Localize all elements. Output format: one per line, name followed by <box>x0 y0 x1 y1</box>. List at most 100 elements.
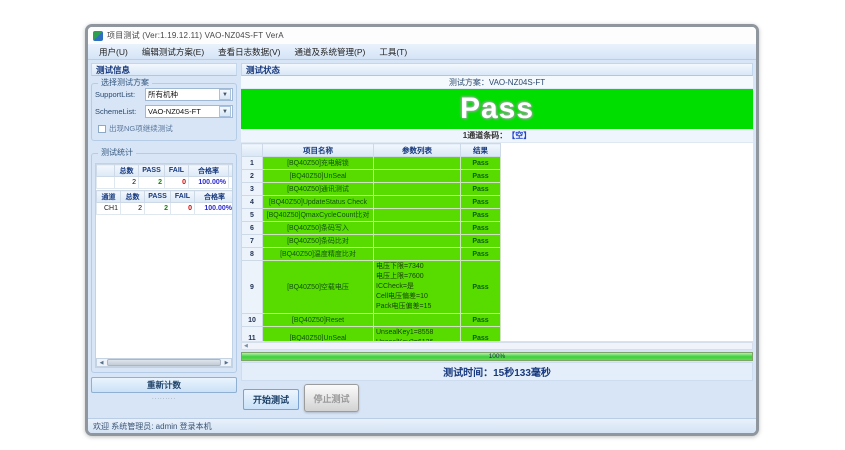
table-row[interactable]: 8[BQ40Z50]温度精度比对 Pass <box>242 248 501 261</box>
summary-total: 2 <box>115 177 139 189</box>
col-pass: PASS <box>139 165 165 177</box>
supportlist-combobox[interactable]: 所有机种 ▼ <box>145 88 233 101</box>
col-rate: 合格率 <box>195 191 234 203</box>
col-total: 总数 <box>121 191 145 203</box>
item-name: [BQ40Z50]UpdateStatus Check <box>263 196 374 209</box>
channel-name: CH1 <box>97 203 121 215</box>
row-number: 1 <box>242 157 263 170</box>
channel-total: 2 <box>121 203 145 215</box>
row-number: 6 <box>242 222 263 235</box>
item-name: [BQ40Z50]通讯测试 <box>263 183 374 196</box>
results-table-area: 项目名称 参数列表 结果 1[BQ40Z50]充电解锁Pass2[BQ40Z50… <box>241 143 753 342</box>
channel-stats-table: 通道 总数 PASS FAIL 合格率 温度 CH1 2 2 <box>96 190 233 215</box>
chevron-down-icon[interactable]: ▼ <box>219 106 231 117</box>
menu-item-channel-system[interactable]: 通道及系统管理(P) <box>288 44 373 59</box>
action-button-row: 开始测试 停止测试 <box>241 383 753 417</box>
app-window: 项目测试 (Ver:1.19.12.11) VAO-NZ04S-FT VerA … <box>85 24 759 436</box>
row-number: 4 <box>242 196 263 209</box>
progress-bar: 100% <box>241 352 753 361</box>
scheme-select-group-title: 选择测试方案 <box>98 78 152 88</box>
start-test-button[interactable]: 开始测试 <box>243 389 299 410</box>
table-row[interactable]: 1[BQ40Z50]充电解锁 Pass <box>242 157 501 170</box>
test-time-line: 测试时间：15秒133毫秒 <box>241 362 753 381</box>
item-result: Pass <box>461 183 501 196</box>
menu-bar: 用户(U) 编辑测试方案(E) 查看日志数据(V) 通道及系统管理(P) 工具(… <box>88 44 756 60</box>
table-row[interactable]: 9[BQ40Z50]空载电压电压下限=7340 电压上限=7600 ICChec… <box>242 261 501 314</box>
menu-item-user[interactable]: 用户(U) <box>92 44 135 59</box>
item-result: Pass <box>461 327 501 343</box>
ng-continue-label: 出现NG项继续测试 <box>109 123 173 134</box>
status-bar: 欢迎 系统管理员: admin 登录本机 <box>88 418 756 433</box>
test-stats-group-title: 测试统计 <box>98 148 136 158</box>
table-row[interactable]: 11[BQ40Z50]UnSealUnsealKey1=8558 UnsealK… <box>242 327 501 343</box>
barcode-line: 1通道条码： 【空】 <box>241 129 753 143</box>
param-list <box>374 314 461 327</box>
item-result: Pass <box>461 209 501 222</box>
scheme-select-group: 选择测试方案 SupportList: 所有机种 ▼ SchemeList: V… <box>91 83 237 141</box>
item-name: [BQ40Z50]充电解锁 <box>263 157 374 170</box>
param-list <box>374 209 461 222</box>
right-panel-header: 测试状态 <box>241 63 753 76</box>
item-result: Pass <box>461 157 501 170</box>
schemelist-label: SchemeList: <box>95 107 145 116</box>
table-row[interactable]: 4[BQ40Z50]UpdateStatus Check Pass <box>242 196 501 209</box>
col-param-list: 参数列表 <box>374 144 461 157</box>
item-name: [BQ40Z50]Reset <box>263 314 374 327</box>
param-list <box>374 248 461 261</box>
item-result: Pass <box>461 222 501 235</box>
summary-header-row: 总数 PASS FAIL 合格率 <box>97 165 234 177</box>
param-list: 电压下限=7340 电压上限=7600 ICCheck=是 Cell电压偏差=1… <box>374 261 461 314</box>
summary-color-cell <box>97 177 115 189</box>
test-stats-group: 测试统计 总数 PASS FAIL 合格率 <box>91 153 237 373</box>
row-number: 3 <box>242 183 263 196</box>
status-text: 欢迎 系统管理员: admin 登录本机 <box>93 421 212 432</box>
table-row[interactable]: 7[BQ40Z50]条码比对Pass <box>242 235 501 248</box>
scrollbar-thumb[interactable] <box>107 359 221 366</box>
col-rate: 合格率 <box>189 165 229 177</box>
results-table: 项目名称 参数列表 结果 1[BQ40Z50]充电解锁Pass2[BQ40Z50… <box>241 143 501 342</box>
menu-item-edit-scheme[interactable]: 编辑测试方案(E) <box>135 44 211 59</box>
progress-label: 100% <box>242 353 752 360</box>
item-name: [BQ40Z50]温度精度比对 <box>263 248 374 261</box>
ng-continue-checkbox[interactable] <box>98 125 106 133</box>
item-result: Pass <box>461 248 501 261</box>
col-result: 结果 <box>461 144 501 157</box>
row-number: 10 <box>242 314 263 327</box>
menu-item-tools[interactable]: 工具(T) <box>372 44 414 59</box>
table-row[interactable]: 3[BQ40Z50]通讯测试 Pass <box>242 183 501 196</box>
col-pass: PASS <box>145 191 171 203</box>
scroll-right-icon[interactable]: ▶ <box>222 359 231 366</box>
table-row[interactable]: 6[BQ40Z50]条码写入 Pass <box>242 222 501 235</box>
row-number: 8 <box>242 248 263 261</box>
scheme-line: 测试方案：VAO-NZ04S-FT <box>241 76 753 89</box>
divider-dots: ......... <box>91 395 237 401</box>
chevron-down-icon[interactable]: ▼ <box>219 89 231 100</box>
channel-data-row[interactable]: CH1 2 2 0 100.00% <box>97 203 234 215</box>
summary-rate: 100.00% <box>189 177 229 189</box>
menu-item-view-logs[interactable]: 查看日志数据(V) <box>211 44 287 59</box>
recount-button[interactable]: 重新计数 <box>91 377 237 393</box>
results-horizontal-scrollbar[interactable]: ◀ <box>241 342 753 350</box>
stats-horizontal-scrollbar[interactable]: ◀ ▶ <box>96 358 232 367</box>
summary-data-row[interactable]: 2 2 0 100.00% <box>97 177 234 189</box>
test-info-panel: 测试信息 选择测试方案 SupportList: 所有机种 ▼ SchemeLi… <box>91 63 237 415</box>
row-number: 2 <box>242 170 263 183</box>
scroll-left-icon[interactable]: ◀ <box>242 343 248 349</box>
schemelist-combobox[interactable]: VAO-NZ04S-FT ▼ <box>145 105 233 118</box>
barcode-prefix: 1通道条码： <box>463 130 507 141</box>
title-bar[interactable]: 项目测试 (Ver:1.19.12.11) VAO-NZ04S-FT VerA <box>88 27 756 44</box>
stop-test-button: 停止测试 <box>304 384 359 412</box>
item-name: [BQ40Z50]条码写入 <box>263 222 374 235</box>
table-row[interactable]: 10[BQ40Z50]Reset Pass <box>242 314 501 327</box>
item-result: Pass <box>461 314 501 327</box>
item-result: Pass <box>461 235 501 248</box>
item-result: Pass <box>461 170 501 183</box>
item-name: [BQ40Z50]UnSeal <box>263 327 374 343</box>
summary-fail: 0 <box>165 177 189 189</box>
scroll-left-icon[interactable]: ◀ <box>97 359 106 366</box>
app-icon <box>93 31 103 41</box>
table-row[interactable]: 5[BQ40Z50]QmaxCycleCount比对Pass <box>242 209 501 222</box>
item-result: Pass <box>461 196 501 209</box>
param-list <box>374 222 461 235</box>
table-row[interactable]: 2[BQ40Z50]UnSealPass <box>242 170 501 183</box>
